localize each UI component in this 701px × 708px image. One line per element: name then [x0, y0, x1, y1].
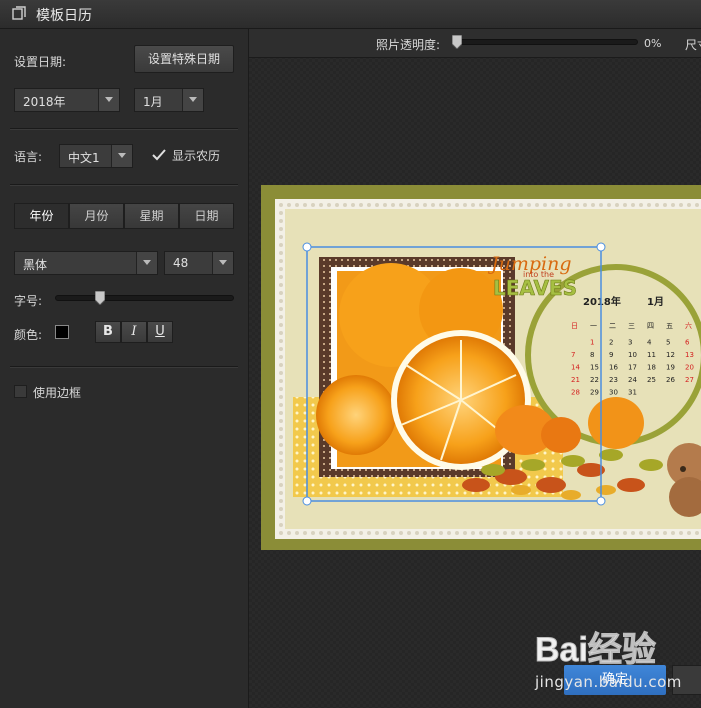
- calendar-day: 29: [590, 389, 599, 397]
- photo-opacity-label: 照片透明度:: [376, 38, 441, 52]
- calendar-day: 8: [590, 351, 594, 359]
- slider-thumb-icon[interactable]: [452, 35, 462, 49]
- tab-date[interactable]: 日期: [179, 203, 234, 229]
- month-select-value: 1月: [143, 95, 163, 109]
- calendar-day: 2: [609, 339, 613, 347]
- calendar-day: 4: [647, 339, 652, 347]
- calendar-weekday: 六: [685, 321, 692, 330]
- font-size-select-value: 48: [173, 256, 189, 270]
- calendar-day: 7: [571, 351, 575, 359]
- calendar-preview[interactable]: Jumping into the LEAVES 2018年 1月 日一二三四五六…: [261, 185, 701, 550]
- title-art-line-3: LEAVES: [493, 276, 577, 300]
- language-label: 语言:: [14, 150, 43, 164]
- calendar-weekday: 三: [628, 322, 635, 330]
- calendar-day: 9: [609, 351, 613, 359]
- slider-thumb-icon[interactable]: [94, 291, 105, 305]
- color-label: 颜色:: [14, 328, 43, 342]
- calendar-weekday: 日: [571, 322, 578, 330]
- settings-panel: 设置日期: 设置特殊日期 2018年 1月 语言: 中文1 显示农历 年份 月份…: [0, 29, 249, 708]
- calendar-day: 26: [666, 376, 675, 384]
- calendar-day: 28: [571, 389, 580, 397]
- calendar-weekday: 四: [647, 322, 654, 330]
- calendar-day: 30: [609, 389, 618, 397]
- calendar-month: 1月: [647, 296, 664, 308]
- chevron-down-icon[interactable]: [136, 252, 157, 274]
- tab-year[interactable]: 年份: [14, 203, 69, 229]
- calendar-year: 2018年: [583, 295, 621, 308]
- calendar-day: 23: [609, 376, 618, 384]
- show-lunar-checkbox[interactable]: [152, 149, 166, 164]
- photo-opacity-slider[interactable]: [452, 39, 638, 45]
- calendar-day: 1: [590, 339, 594, 347]
- language-select-value: 中文1: [68, 151, 100, 165]
- style-tabs: 年份 月份 星期 日期: [14, 203, 234, 229]
- calendar-day: 6: [685, 339, 690, 347]
- watermark-url: jingyan.baidu.com: [535, 673, 682, 691]
- text-format-group: B I U: [95, 321, 173, 343]
- calendar-template-artwork: Jumping into the LEAVES 2018年 1月 日一二三四五六…: [261, 185, 701, 550]
- preview-toolbar: 照片透明度: 0% 尺寸: [249, 29, 701, 58]
- calendar-weekday: 一: [590, 322, 597, 330]
- calendar-day: 3: [628, 339, 632, 347]
- special-date-button[interactable]: 设置特殊日期: [134, 45, 234, 73]
- use-border-label[interactable]: 使用边框: [33, 384, 81, 401]
- calendar-template-icon: [12, 6, 26, 20]
- month-select[interactable]: 1月: [134, 88, 204, 112]
- calendar-day: 25: [647, 376, 656, 384]
- chevron-down-icon[interactable]: [182, 89, 203, 111]
- tab-month[interactable]: 月份: [69, 203, 124, 229]
- font-size-select[interactable]: 48: [164, 251, 234, 275]
- calendar-day: 27: [685, 376, 694, 384]
- calendar-day: 12: [666, 351, 675, 359]
- use-border-checkbox[interactable]: [14, 385, 27, 398]
- calendar-day: 22: [590, 376, 599, 384]
- calendar-day: 16: [609, 364, 618, 372]
- calendar-day: 31: [628, 389, 637, 397]
- chevron-down-icon[interactable]: [98, 89, 119, 111]
- underline-button[interactable]: U: [147, 321, 173, 343]
- set-date-label: 设置日期:: [14, 55, 67, 69]
- color-swatch[interactable]: [55, 325, 69, 339]
- calendar-day: 18: [647, 364, 656, 372]
- calendar-day: 13: [685, 351, 694, 359]
- font-size-label: 字号:: [14, 294, 43, 308]
- calendar-day: 14: [571, 364, 580, 372]
- calendar-day: 10: [628, 351, 637, 359]
- calendar-day: 24: [628, 376, 637, 384]
- divider: [10, 184, 238, 186]
- chevron-down-icon[interactable]: [111, 145, 132, 167]
- font-select[interactable]: 黑体: [14, 251, 158, 275]
- calendar-weekday: 五: [666, 322, 673, 330]
- preview-area: 照片透明度: 0% 尺寸: [249, 29, 701, 708]
- size-label: 尺寸: [685, 38, 701, 52]
- divider: [10, 366, 238, 368]
- tab-weekday[interactable]: 星期: [124, 203, 179, 229]
- calendar-day: 20: [685, 364, 694, 372]
- divider: [10, 128, 238, 130]
- photo-opacity-value: 0%: [644, 37, 662, 50]
- chevron-down-icon[interactable]: [212, 252, 233, 274]
- calendar-day: 5: [666, 339, 670, 347]
- calendar-weekday: 二: [609, 322, 616, 330]
- watermark-text: Bai经验: [535, 630, 656, 669]
- title-bar: 模板日历: [0, 0, 701, 29]
- year-select-value: 2018年: [23, 95, 66, 109]
- language-select[interactable]: 中文1: [59, 144, 133, 168]
- calendar-day: 15: [590, 364, 599, 372]
- font-size-slider[interactable]: [55, 295, 234, 301]
- font-select-value: 黑体: [23, 258, 48, 272]
- window-title: 模板日历: [36, 8, 92, 24]
- calendar-day: 11: [647, 351, 656, 359]
- calendar-day: 19: [666, 364, 675, 372]
- year-select[interactable]: 2018年: [14, 88, 120, 112]
- italic-button[interactable]: I: [121, 321, 147, 343]
- calendar-day: 21: [571, 376, 580, 384]
- calendar-day: 17: [628, 364, 637, 372]
- check-icon: [152, 149, 166, 161]
- show-lunar-label[interactable]: 显示农历: [172, 147, 220, 164]
- bold-button[interactable]: B: [95, 321, 121, 343]
